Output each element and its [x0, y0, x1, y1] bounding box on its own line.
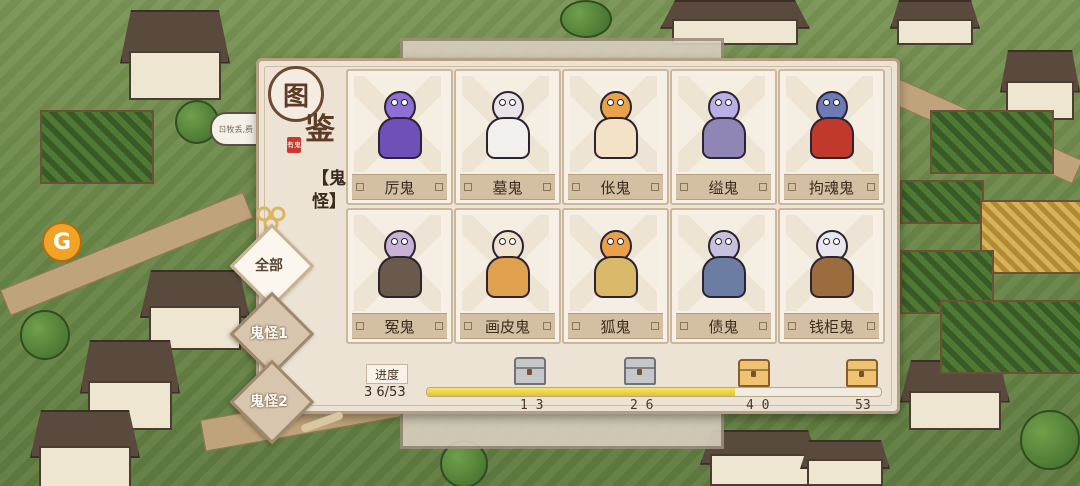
hanged-ghost-icon	[692, 85, 752, 163]
progress-bar-fill	[427, 388, 736, 396]
card-name: 冤鬼	[352, 313, 447, 339]
card-art	[786, 215, 873, 311]
ghost-card[interactable]: 钱柜鬼	[778, 208, 885, 344]
panel-title-char-2: 鉴	[305, 112, 335, 147]
tab-ghost-2-label[interactable]: 鬼怪2	[232, 391, 306, 411]
farm-field	[940, 300, 1080, 374]
gold-chest-icon[interactable]	[738, 359, 770, 387]
card-art	[678, 215, 765, 311]
card-art	[786, 76, 873, 172]
tab-all-label[interactable]: 全部	[232, 255, 306, 275]
card-name: 钱柜鬼	[784, 313, 879, 339]
card-name: 债鬼	[676, 313, 771, 339]
house	[800, 440, 890, 486]
gold-coin-icon[interactable]: G	[42, 222, 82, 262]
milestone-value: 53	[855, 398, 871, 413]
card-name: 墓鬼	[460, 174, 555, 200]
crop-field	[980, 200, 1080, 274]
card-name: 厉鬼	[352, 174, 447, 200]
card-art	[354, 76, 441, 172]
card-art	[570, 76, 657, 172]
purple-ghost-icon	[368, 85, 428, 163]
fox-ghost-icon	[584, 224, 644, 302]
house	[890, 0, 980, 45]
ghost-card[interactable]: 债鬼	[670, 208, 777, 344]
house	[120, 10, 230, 100]
card-name: 拘魂鬼	[784, 174, 879, 200]
milestone-value: 1 3	[520, 398, 544, 413]
progress-bar	[426, 387, 882, 397]
card-name: 狐鬼	[568, 313, 663, 339]
tree	[20, 310, 70, 360]
silver-chest-icon[interactable]	[514, 357, 546, 385]
progress-label: 进度	[366, 364, 408, 384]
card-art	[570, 215, 657, 311]
card-art	[462, 215, 549, 311]
milestone-value: 4 0	[746, 398, 770, 413]
ghost-card[interactable]: 拘魂鬼	[778, 69, 885, 205]
ghost-card[interactable]: 冤鬼	[346, 208, 453, 344]
card-name: 伥鬼	[568, 174, 663, 200]
card-name: 画皮鬼	[460, 313, 555, 339]
hooded-ghost-icon	[476, 85, 536, 163]
ghost-card[interactable]: 厉鬼	[346, 69, 453, 205]
gold-chest-icon[interactable]	[846, 359, 878, 387]
ghost-card[interactable]: 缢鬼	[670, 69, 777, 205]
red-seal-stamp: 有鬼	[287, 137, 301, 153]
soul-catcher-ghost-icon	[800, 85, 860, 163]
farm-field	[40, 110, 154, 184]
farm-field	[900, 180, 984, 224]
card-art	[354, 215, 441, 311]
ghost-card[interactable]: 墓鬼	[454, 69, 561, 205]
progress-count: 3 6/53	[364, 385, 406, 400]
painted-skin-ghost-icon	[476, 224, 536, 302]
card-art	[678, 76, 765, 172]
ghost-card-grid: 厉鬼 墓鬼 伥鬼 缢鬼 拘魂鬼 冤鬼 画皮鬼 狐鬼 债鬼 钱柜鬼	[346, 69, 885, 344]
silver-chest-icon[interactable]	[624, 357, 656, 385]
tree	[560, 0, 612, 38]
ghost-card[interactable]: 狐鬼	[562, 208, 669, 344]
category-label: 【鬼怪】	[312, 169, 346, 212]
milestone-value: 2 6	[630, 398, 654, 413]
house	[30, 410, 140, 486]
money-chest-ghost-icon	[800, 224, 860, 302]
card-name: 缢鬼	[676, 174, 771, 200]
ghost-card[interactable]: 画皮鬼	[454, 208, 561, 344]
ghost-card[interactable]: 伥鬼	[562, 69, 669, 205]
tiger-ghost-icon	[584, 85, 644, 163]
debt-ghost-icon	[692, 224, 752, 302]
tree	[1020, 410, 1080, 470]
wronged-ghost-icon	[368, 224, 428, 302]
card-art	[462, 76, 549, 172]
farm-field	[930, 110, 1054, 174]
tab-ghost-1-label[interactable]: 鬼怪1	[232, 323, 306, 343]
